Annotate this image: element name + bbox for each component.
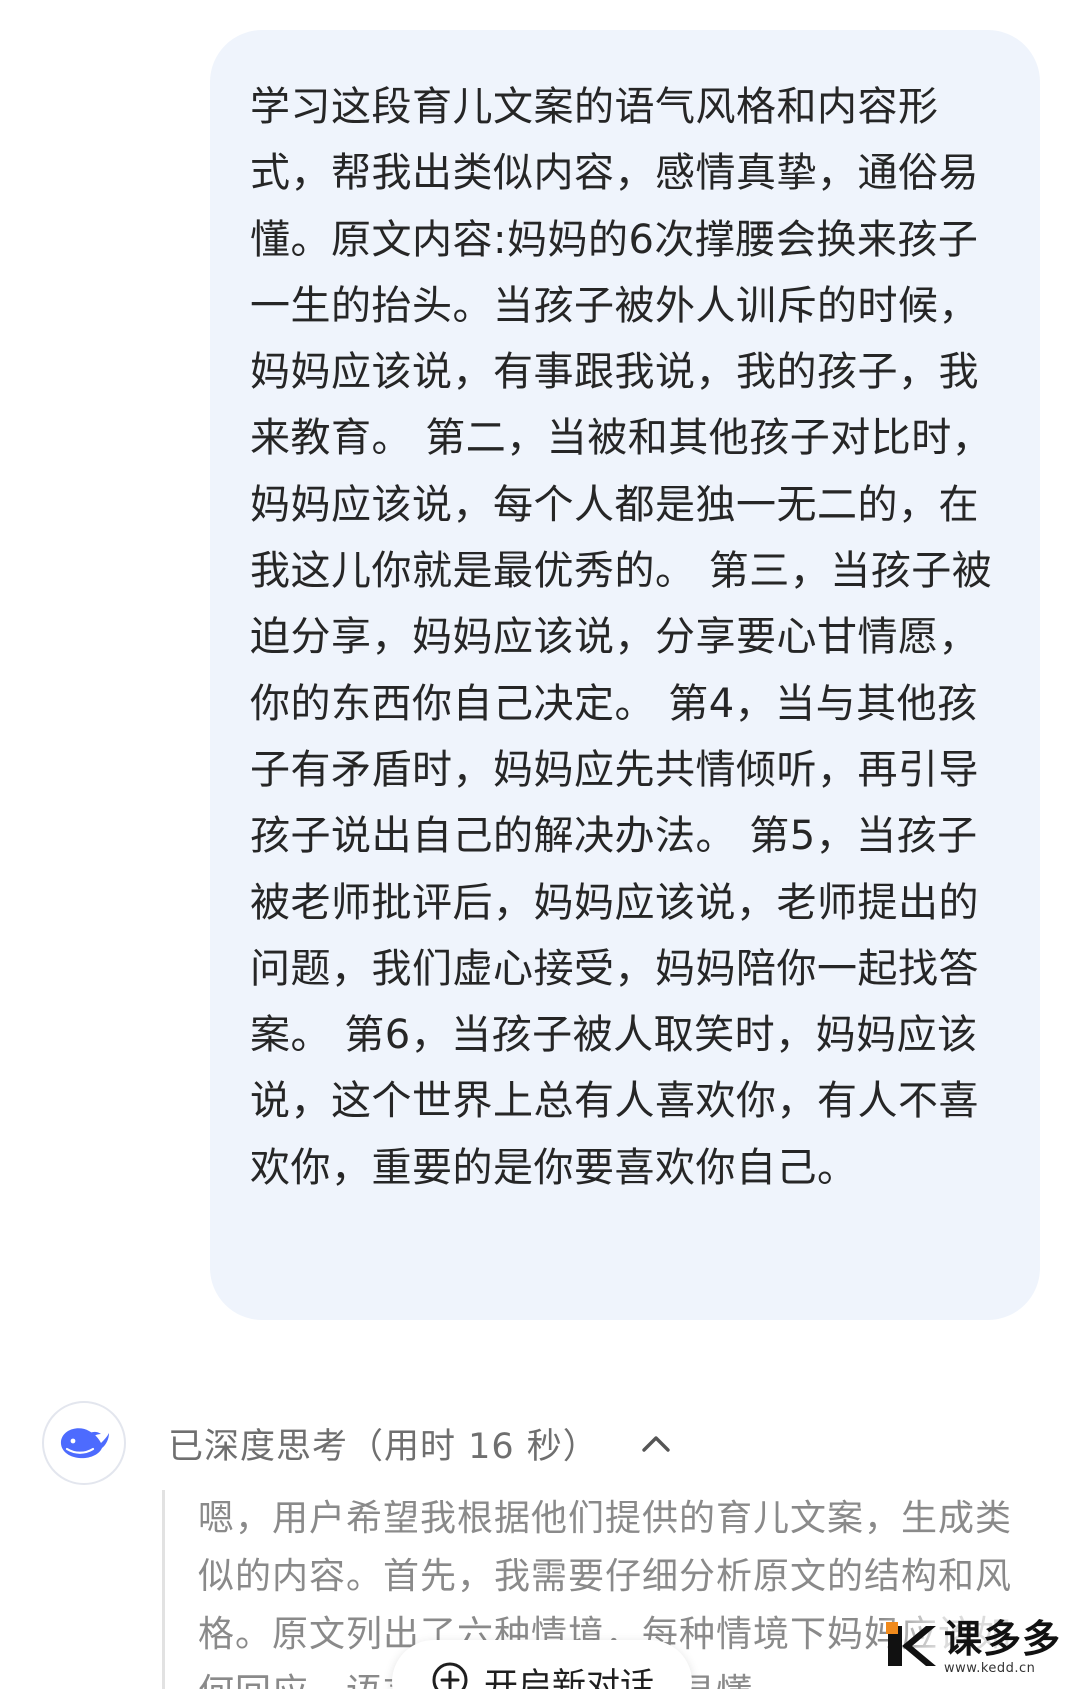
watermark-main: 课多多 (944, 1617, 1062, 1661)
watermark-text: 课多多 www.kedd.cn (944, 1620, 1061, 1675)
watermark: 课多多 www.kedd.cn (880, 1606, 1080, 1689)
chat-screen: 学习这段育儿文案的语气风格和内容形式，帮我出类似内容，感情真挚，通俗易懂。原文内… (0, 0, 1080, 1689)
whale-logo-icon (57, 1421, 111, 1465)
watermark-url: www.kedd.cn (944, 1661, 1036, 1676)
user-message-bubble[interactable]: 学习这段育儿文案的语气风格和内容形式，帮我出类似内容，感情真挚，通俗易懂。原文内… (210, 30, 1040, 1320)
assistant-avatar (42, 1401, 126, 1485)
user-message-text: 学习这段育儿文案的语气风格和内容形式，帮我出类似内容，感情真挚，通俗易懂。原文内… (250, 84, 993, 1191)
new-chat-label: 开启新对话 (484, 1665, 654, 1689)
watermark-logo-icon (880, 1616, 940, 1680)
plus-circle-icon (430, 1660, 470, 1689)
thinking-header[interactable]: 已深度思考（用时 16 秒） (42, 1398, 671, 1488)
chevron-up-icon[interactable] (641, 1433, 671, 1453)
new-chat-button[interactable]: 开启新对话 (392, 1640, 692, 1689)
thinking-status-label: 已深度思考（用时 16 秒） (168, 1426, 599, 1467)
